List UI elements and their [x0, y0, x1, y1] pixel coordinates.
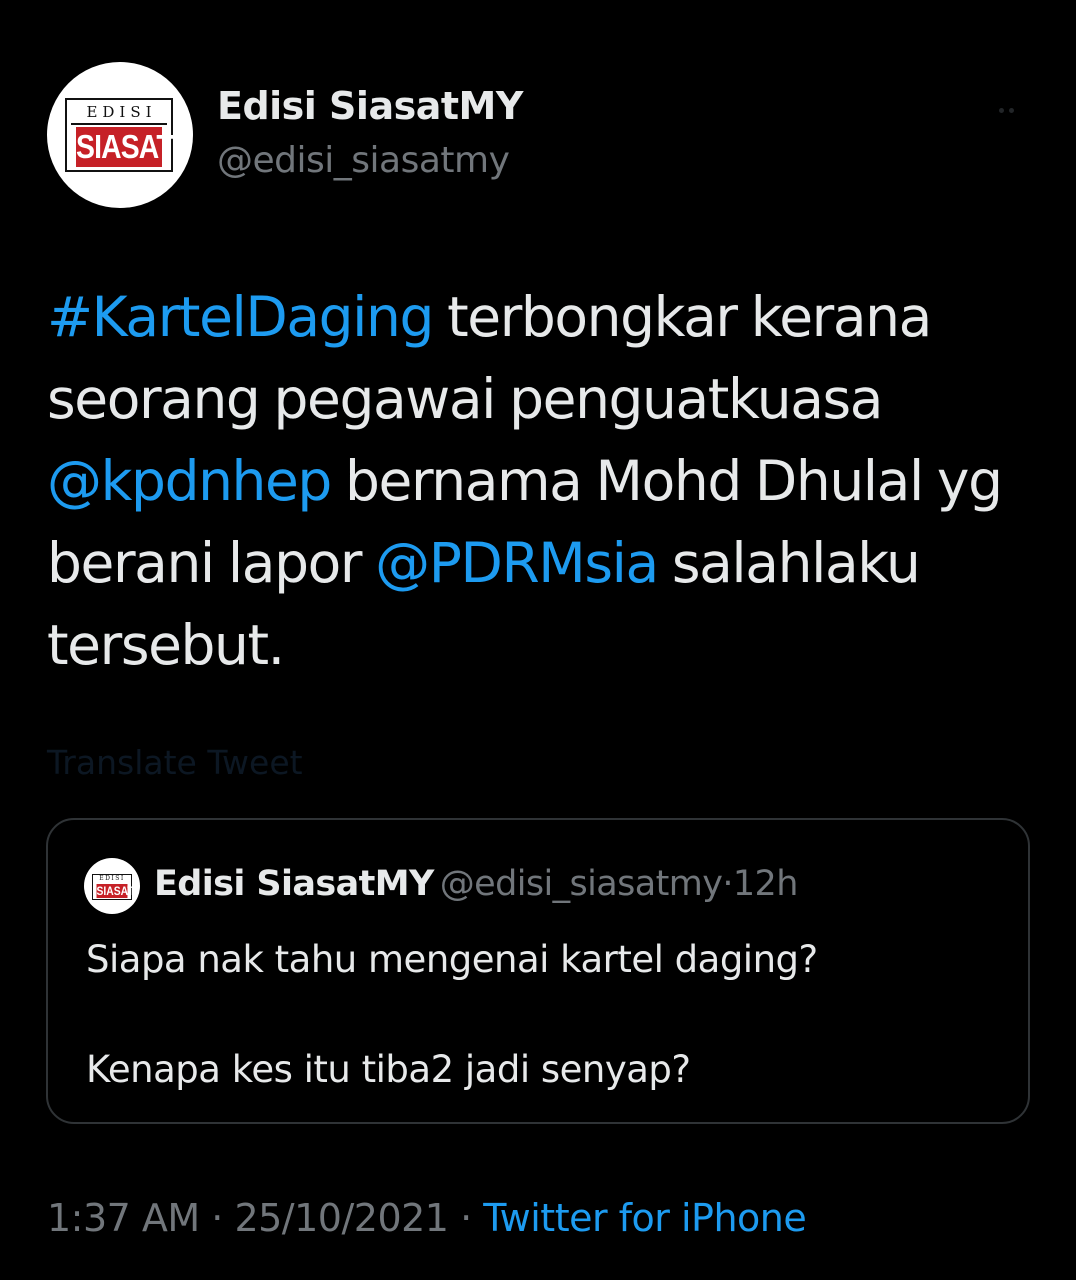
tweet-line-3: @kpdnhep bernama Mohd Dhulal yg [47, 440, 1037, 522]
logo-top-text: EDISI [99, 875, 125, 882]
quoted-author-avatar[interactable]: EDISI SIASAT [84, 858, 140, 914]
tweet-text-segment: berani lapor [47, 531, 376, 595]
tweet-text-segment: terbongkar kerana [433, 285, 932, 349]
tweet-line-2: seorang pegawai penguatkuasa [47, 358, 1037, 440]
edisi-siasat-logo: EDISI SIASAT [92, 874, 134, 900]
author-handle[interactable]: @edisi_siasatmy [217, 140, 510, 181]
meta-separator: · [199, 1196, 235, 1240]
edisi-siasat-logo: EDISI SIASAT [65, 98, 174, 172]
logo-rule [71, 123, 167, 125]
quoted-tweet-card[interactable]: EDISI SIASAT Edisi SiasatMY @edisi_siasat… [46, 818, 1030, 1124]
logo-bottom-text: SIASAT [96, 884, 134, 898]
quoted-tweet-time[interactable]: 12h [733, 864, 799, 904]
translate-tweet-link[interactable]: Translate Tweet [47, 743, 303, 782]
quoted-tweet-text-line-2: Kenapa kes itu tiba2 jadi senyap? [86, 1048, 691, 1091]
author-display-name[interactable]: Edisi SiasatMY [217, 84, 523, 128]
tweet-text: #KartelDaging terbongkar kerana seorang … [47, 276, 1037, 686]
tweet-text-segment: seorang pegawai penguatkuasa [47, 367, 883, 431]
more-horizontal-icon [998, 107, 1004, 113]
tweet-line-4: berani lapor @PDRMsia salahlaku [47, 522, 1037, 604]
tweet-text-segment: tersebut. [47, 613, 285, 677]
tweet-meta: 1:37 AM · 25/10/2021 · Twitter for iPhon… [47, 1196, 807, 1240]
tweet-text-segment: salahlaku [657, 531, 921, 595]
tweet-line-1: #KartelDaging terbongkar kerana [47, 276, 1037, 358]
meta-separator: · [448, 1196, 484, 1240]
tweet-line-5: tersebut. [47, 604, 1037, 686]
tweet-date[interactable]: 25/10/2021 [234, 1196, 449, 1240]
tweet-time[interactable]: 1:37 AM [47, 1196, 200, 1240]
quoted-tweet-text-line-1: Siapa nak tahu mengenai kartel daging? [86, 938, 818, 981]
hashtag-link[interactable]: #KartelDaging [47, 285, 434, 349]
mention-link[interactable]: @PDRMsia [375, 531, 659, 595]
tweet-source-link[interactable]: Twitter for iPhone [483, 1196, 807, 1240]
logo-top-text: EDISI [86, 103, 157, 121]
author-avatar[interactable]: EDISI SIASAT [47, 62, 193, 208]
quoted-tweet-header: Edisi SiasatMY @edisi_siasatmy·12h [154, 864, 798, 904]
mention-link[interactable]: @kpdnhep [47, 449, 332, 513]
logo-bottom-text: SIASAT [76, 127, 174, 167]
quoted-author-handle[interactable]: @edisi_siasatmy [440, 864, 723, 904]
more-horizontal-icon-dot [1008, 107, 1014, 113]
header-separator: · [722, 864, 733, 904]
quoted-author-name[interactable]: Edisi SiasatMY [154, 864, 434, 904]
tweet-text-segment: bernama Mohd Dhulal yg [330, 449, 1003, 513]
more-options-button[interactable] [978, 90, 1034, 130]
